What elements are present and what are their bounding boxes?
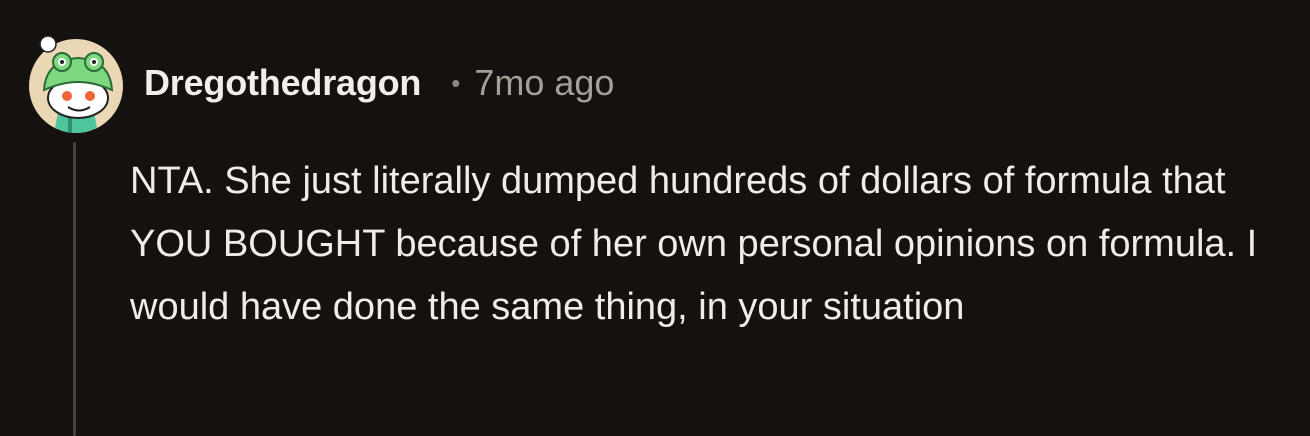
timestamp[interactable]: 7mo ago [474,62,614,104]
avatar-snoo-icon [29,35,123,133]
separator-dot: • [451,68,461,98]
user-avatar[interactable] [24,30,128,134]
username-link[interactable]: Dregothedragon [144,62,421,104]
comment-body: NTA. She just literally dumped hundreds … [130,160,1258,328]
comment-header: Dregothedragon • 7mo ago [144,58,614,108]
comment: Dregothedragon • 7mo ago NTA. She just l… [0,0,1310,436]
thread-collapse-line[interactable] [73,142,76,436]
